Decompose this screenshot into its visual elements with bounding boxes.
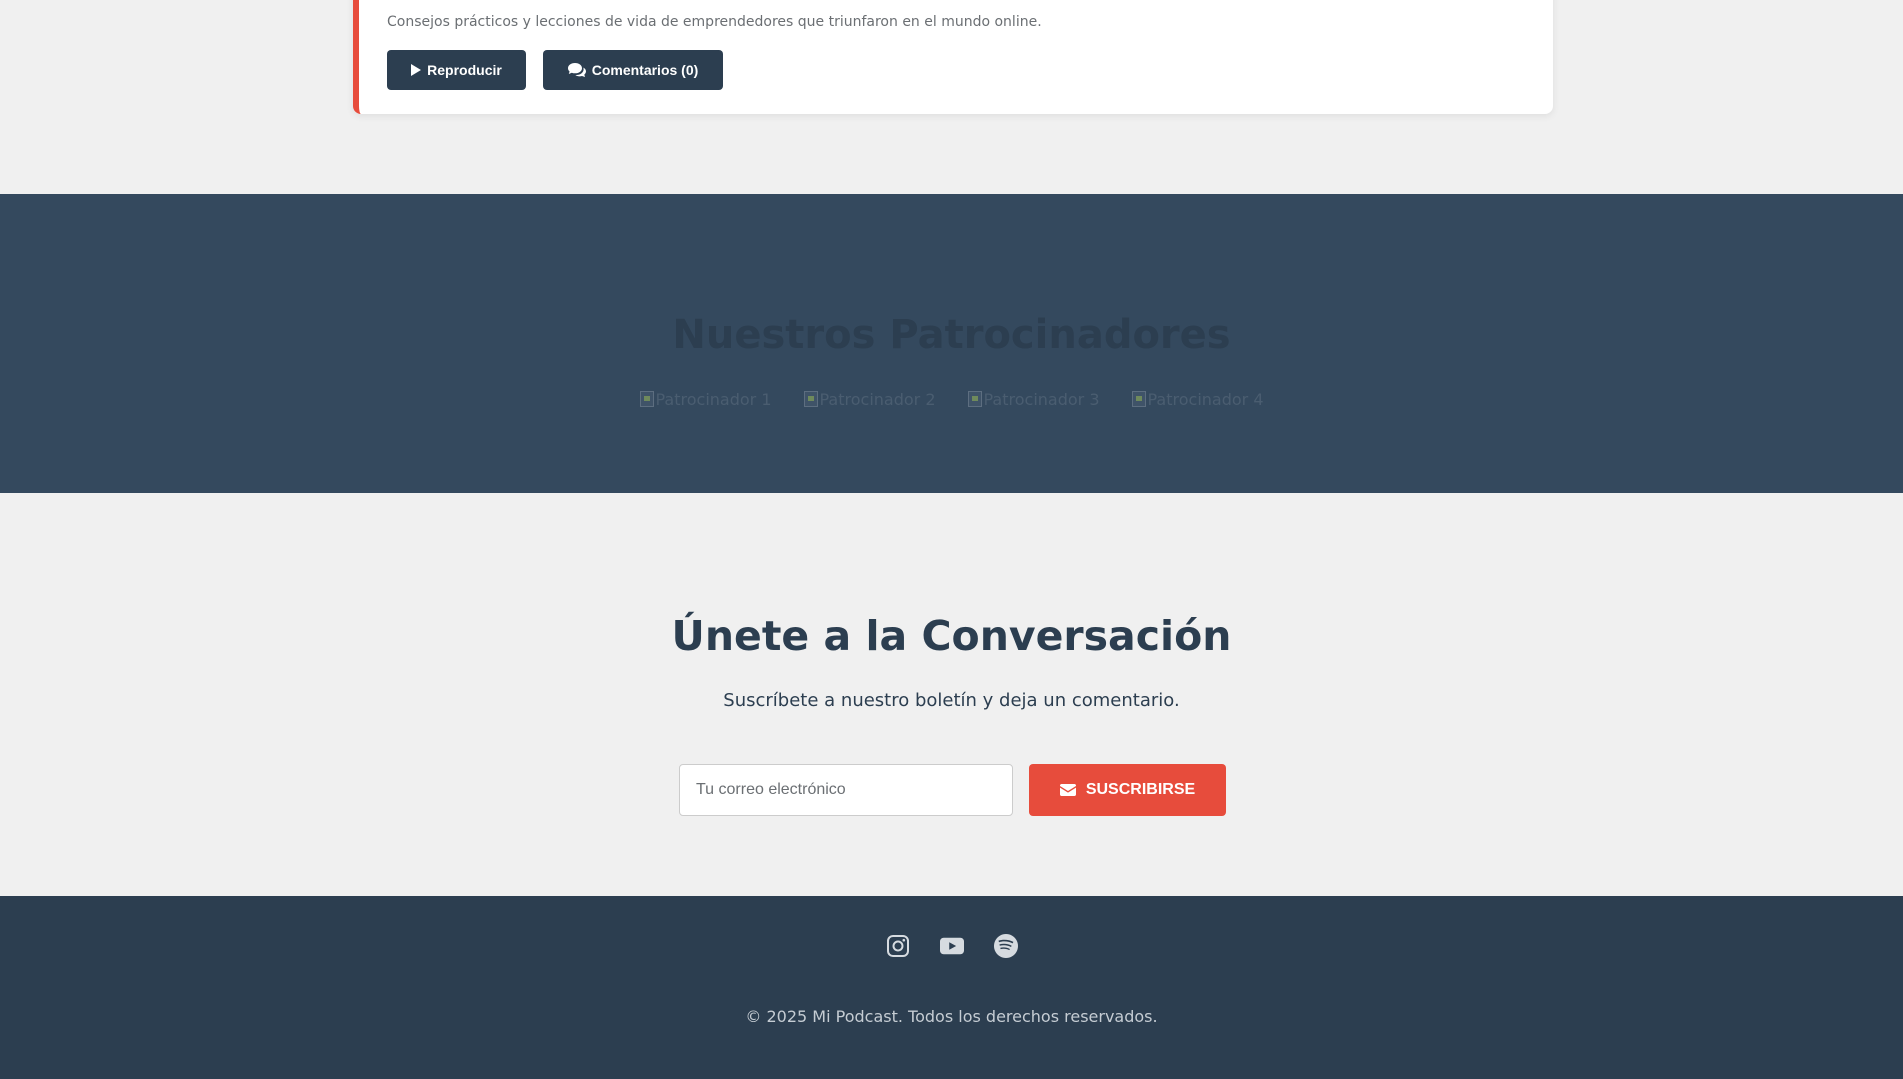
comments-icon [567,63,586,77]
sponsor-alt-text: Patrocinador 4 [1147,389,1264,409]
play-icon [411,64,422,76]
newsletter-title: Únete a la Conversación [671,612,1232,660]
broken-image-icon [967,391,982,407]
footer: © 2025 Mi Podcast. Todos los derechos re… [0,896,1903,1079]
envelope-icon [1059,784,1076,796]
sponsors-section: Nuestros Patrocinadores Patrocinador 1 P… [0,194,1903,493]
episode-description: Consejos prácticos y lecciones de vida d… [387,14,1042,30]
social-links [0,934,1903,958]
episode-card: Consejos prácticos y lecciones de vida d… [353,0,1553,114]
youtube-icon [939,937,964,955]
sponsors-title: Nuestros Patrocinadores [672,312,1231,358]
broken-image-icon [1131,391,1146,407]
broken-image-icon [803,391,818,407]
comments-button-label: Comentarios (0) [591,62,699,78]
spotify-link[interactable] [993,934,1018,958]
youtube-link[interactable] [939,934,964,958]
comments-button[interactable]: Comentarios (0) [543,50,723,90]
spotify-icon [993,934,1018,958]
email-input[interactable] [679,764,1013,816]
newsletter-subtitle: Suscríbete a nuestro boletín y deja un c… [723,690,1180,711]
broken-image-icon [639,391,654,407]
sponsor-alt-text: Patrocinador 3 [983,389,1100,409]
copyright-text: © 2025 Mi Podcast. Todos los derechos re… [745,1007,1158,1026]
sponsor-alt-text: Patrocinador 2 [819,389,936,409]
sponsor-logos: Patrocinador 1 Patrocinador 2 Patrocinad… [0,388,1903,410]
play-button[interactable]: Reproducir [387,50,526,90]
sponsor-logo: Patrocinador 1 [639,388,772,410]
instagram-icon [886,935,909,957]
sponsor-alt-text: Patrocinador 1 [655,389,772,409]
subscribe-button-label: SUSCRIBIRSE [1085,781,1196,798]
sponsor-logo: Patrocinador 4 [1131,388,1264,410]
subscribe-button[interactable]: SUSCRIBIRSE [1029,764,1226,816]
sponsor-logo: Patrocinador 3 [967,388,1100,410]
sponsor-logo: Patrocinador 2 [803,388,936,410]
instagram-link[interactable] [886,934,910,958]
play-button-label: Reproducir [427,62,502,78]
